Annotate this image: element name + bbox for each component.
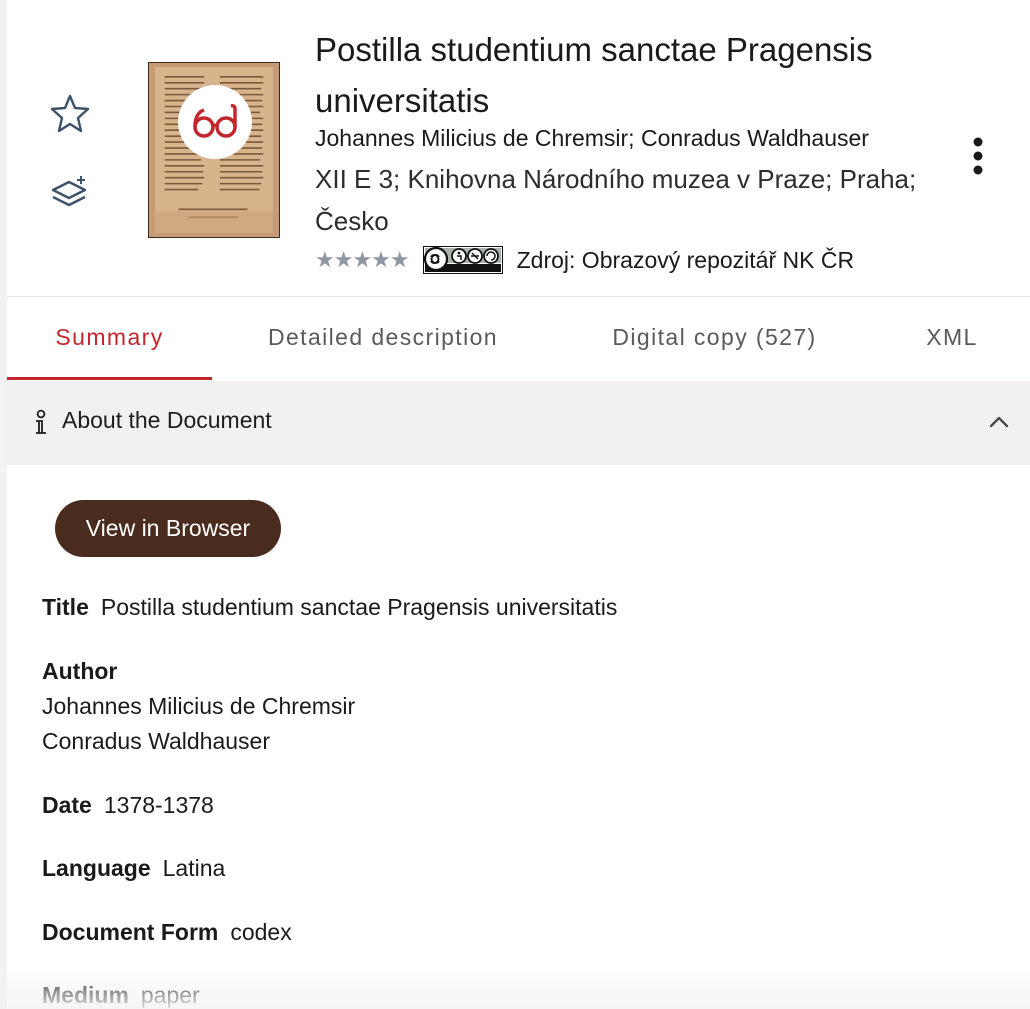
field-value: codex <box>230 919 292 945</box>
field-label: Date <box>42 792 92 818</box>
field-document-form: Document Form codex <box>42 915 292 950</box>
view-in-browser-button[interactable]: View in Browser <box>55 500 281 557</box>
section-title: About the Document <box>62 407 272 433</box>
rating-stars: ★★★★★ <box>315 247 410 272</box>
field-value: Latina <box>162 855 226 881</box>
field-label: Language <box>42 855 151 881</box>
field-label: Author <box>42 658 118 684</box>
tab-bar: Summary Detailed description Digital cop… <box>7 296 1030 380</box>
manuscript-thumbnail[interactable] <box>148 62 280 238</box>
field-date: Date 1378-1378 <box>42 788 214 823</box>
tab-xml[interactable]: XML <box>912 296 992 380</box>
author-link[interactable]: Johannes Milicius de Chremsir <box>42 689 355 724</box>
document-location: XII E 3; Knihovna Národního muzea v Praz… <box>315 164 917 236</box>
chevron-up-icon[interactable] <box>987 411 1011 433</box>
field-label: Title <box>42 594 89 620</box>
field-medium: Medium paper <box>42 978 200 1009</box>
document-header: Postilla studentium sanctae Pragensis un… <box>7 0 1030 297</box>
info-icon <box>36 409 46 434</box>
field-language: Language Latina <box>42 851 225 886</box>
header-actions <box>49 92 93 256</box>
author-link[interactable]: Conradus Waldhauser <box>42 724 355 759</box>
field-author: Author Johannes Milicius de Chremsir Con… <box>42 654 355 759</box>
source-label: Zdroj: Obrazový repozitář NK ČR <box>516 246 855 273</box>
add-layers-icon[interactable] <box>49 174 91 216</box>
star-outline-icon[interactable] <box>49 92 91 134</box>
tab-digital-copy[interactable]: Digital copy (527) <box>592 296 837 380</box>
tab-detailed-description[interactable]: Detailed description <box>245 296 521 380</box>
field-value: Postilla studentium sanctae Pragensis un… <box>100 594 618 620</box>
field-label: Document Form <box>42 919 219 945</box>
reading-glasses-icon <box>178 85 252 159</box>
field-value: 1378-1378 <box>103 792 214 818</box>
cc-by-nc-sa-badge[interactable] <box>422 246 503 274</box>
document-detail-page: Postilla studentium sanctae Pragensis un… <box>7 0 1030 1009</box>
field-label: Medium <box>42 982 129 1008</box>
tab-summary[interactable]: Summary <box>7 296 212 380</box>
field-title: Title Postilla studentium sanctae Pragens… <box>42 590 617 625</box>
field-value: paper <box>140 982 200 1008</box>
kebab-menu-icon[interactable] <box>965 134 991 180</box>
meta-row: ★★★★★ Zdroj: Obrazový repozitář NK ČR <box>315 244 854 276</box>
about-document-accordion[interactable]: About the Document <box>7 381 1030 465</box>
document-authors: Johannes Milicius de Chremsir; Conradus … <box>315 125 869 151</box>
document-title: Postilla studentium sanctae Pragensis un… <box>315 31 873 119</box>
